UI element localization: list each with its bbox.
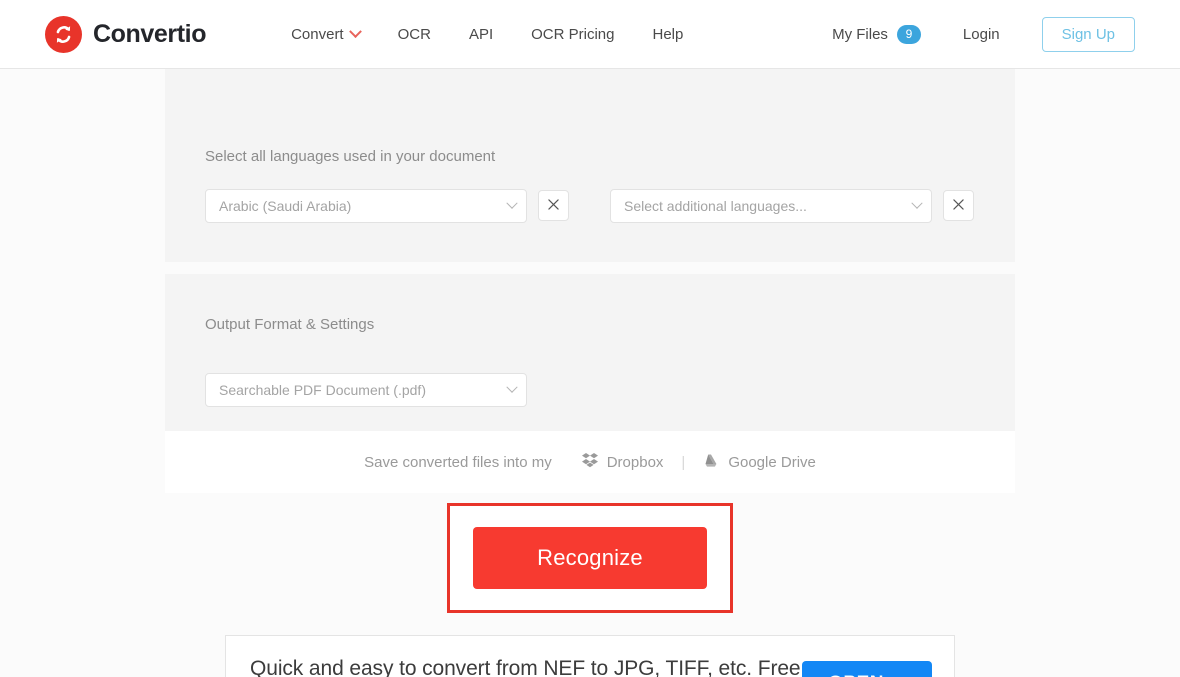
main-content: Select all languages used in your docume… [0,69,1180,677]
additional-language-placeholder: Select additional languages... [624,198,807,214]
dropbox-label: Dropbox [606,453,664,471]
my-files-label: My Files [832,25,888,43]
brand-logo[interactable]: Convertio [45,15,207,53]
chevron-down-icon [506,197,518,209]
main-nav: Convert OCR API OCR Pricing Help [272,24,703,43]
output-format-panel: Output Format & Settings Searchable PDF … [165,274,1015,431]
convertio-logo-icon [45,15,82,53]
advertisement-banner[interactable]: Quick and easy to convert from NEF to JP… [225,635,955,677]
chevron-down-icon [911,197,923,209]
nav-item-ocr-label: OCR [397,25,431,43]
nav-item-api[interactable]: API [450,26,512,43]
google-drive-link[interactable]: Google Drive [703,453,816,472]
chevron-down-icon [506,381,518,393]
sign-up-button[interactable]: Sign Up [1041,16,1135,52]
language-panel: Select all languages used in your docume… [165,69,1015,262]
my-files-link[interactable]: My Files 9 [832,24,921,44]
nav-item-ocr[interactable]: OCR [379,26,450,43]
output-format-select[interactable]: Searchable PDF Document (.pdf) [205,373,527,407]
dropbox-link[interactable]: Dropbox [581,452,664,472]
cloud-divider: | [681,453,686,471]
nav-item-help-label: Help [652,25,684,43]
clear-primary-language-button[interactable] [538,190,569,221]
close-icon [548,198,559,213]
primary-language-select[interactable]: Arabic (Saudi Arabia) [205,189,527,223]
primary-language-value: Arabic (Saudi Arabia) [219,198,352,214]
brand-name: Convertio [93,19,207,48]
advertisement-text: Quick and easy to convert from NEF to JP… [250,657,801,677]
nav-item-help[interactable]: Help [634,26,703,43]
my-files-count-badge: 9 [896,24,921,44]
google-drive-label: Google Drive [728,453,816,471]
clear-additional-language-button[interactable] [943,190,974,221]
advertisement-open-button[interactable]: OPEN [802,661,932,677]
nav-item-convert-label: Convert [291,25,344,43]
header-actions: My Files 9 Login Sign Up [832,16,1135,52]
google-drive-icon [703,453,719,472]
close-icon [953,198,964,213]
output-format-value: Searchable PDF Document (.pdf) [219,382,426,398]
nav-item-api-label: API [468,25,494,43]
nav-item-ocr-pricing-label: OCR Pricing [531,25,615,43]
dropbox-icon [581,452,598,472]
additional-language-select[interactable]: Select additional languages... [610,189,932,223]
recognize-highlight-box: Recognize [447,503,733,613]
advertisement-open-label: OPEN [828,673,884,677]
cloud-save-text: Save converted files into my [364,453,552,471]
nav-item-convert[interactable]: Convert [272,24,379,43]
chevron-down-icon [348,24,362,38]
output-panel-heading: Output Format & Settings [205,316,375,333]
language-panel-heading: Select all languages used in your docume… [205,148,496,165]
login-link[interactable]: Login [963,26,1000,43]
nav-item-ocr-pricing[interactable]: OCR Pricing [512,26,633,43]
recognize-button[interactable]: Recognize [473,527,707,589]
cloud-save-panel: Save converted files into my Dropbox | G… [165,431,1015,493]
site-header: Convertio Convert OCR API OCR Pricing He… [0,0,1180,69]
